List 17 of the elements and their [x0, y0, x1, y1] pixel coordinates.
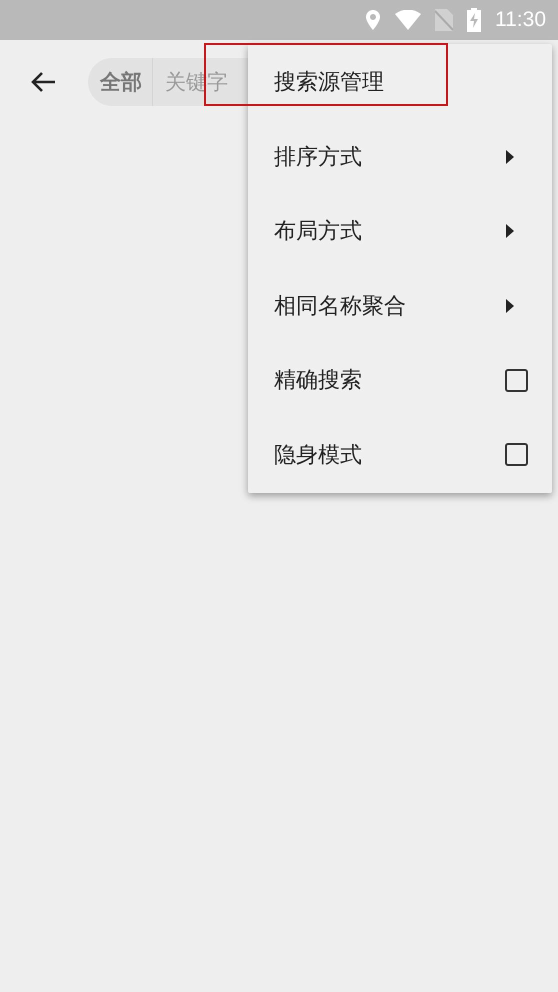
menu-item[interactable]: 相同名称聚合 [248, 268, 552, 343]
submenu-arrow-icon [506, 224, 514, 238]
menu-item[interactable]: 精确搜索 [248, 343, 552, 418]
menu-item[interactable]: 布局方式 [248, 194, 552, 268]
battery-charging-icon [467, 8, 481, 32]
menu-item[interactable]: 隐身模式 [248, 418, 552, 492]
wifi-icon [395, 10, 421, 30]
checkbox[interactable] [505, 443, 528, 466]
back-arrow-icon[interactable] [30, 71, 56, 93]
no-sim-icon [435, 9, 453, 31]
submenu-arrow-icon [506, 150, 514, 164]
location-pin-icon [365, 10, 381, 30]
clock-time: 11:30 [495, 8, 546, 32]
menu-item[interactable]: 排序方式 [248, 120, 552, 194]
checkbox[interactable] [505, 368, 528, 392]
menu-item[interactable]: 搜索源管理 [248, 45, 552, 120]
submenu-arrow-icon [506, 298, 514, 313]
